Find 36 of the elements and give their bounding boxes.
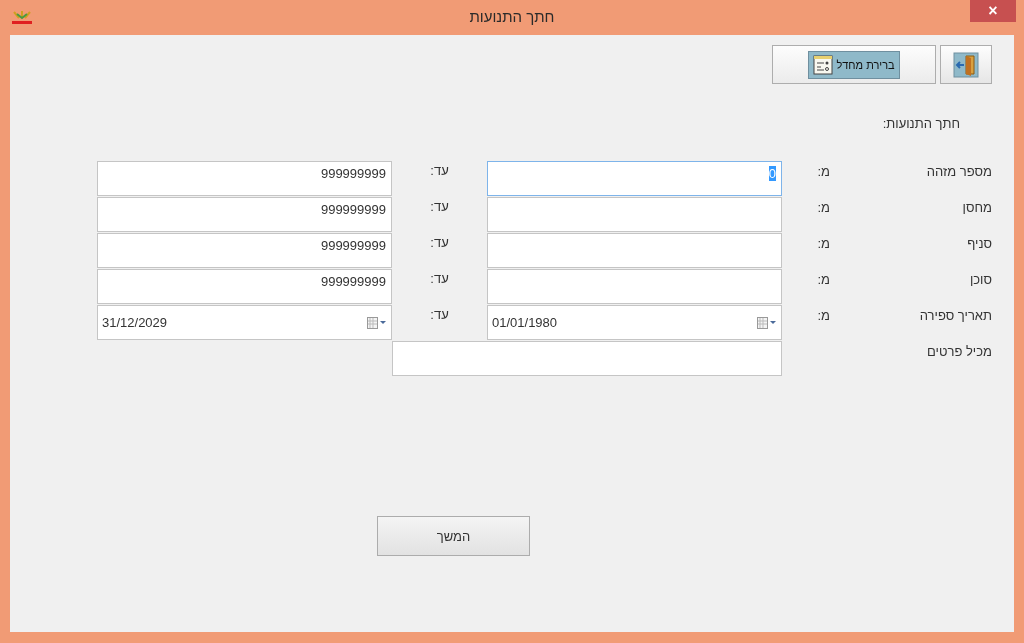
field-label: סוכן [969, 272, 992, 287]
field-label: מחסן [962, 200, 992, 215]
from-label: מ: [817, 308, 830, 323]
default-button[interactable]: ברירת מחדל [772, 45, 936, 84]
input-field[interactable] [392, 341, 782, 376]
calendar-dropdown-icon[interactable] [367, 316, 387, 329]
form-icon [813, 54, 834, 75]
to-label: עד: [430, 271, 449, 286]
exit-button[interactable] [940, 45, 992, 84]
field-label: סניף [967, 236, 992, 251]
field-label: מספר מזהה [926, 164, 992, 179]
from-label: מ: [817, 236, 830, 251]
input-field[interactable]: 999999999 [97, 197, 392, 232]
date-field[interactable]: 01/01/1980 [487, 305, 782, 340]
from-label: מ: [817, 164, 830, 179]
from-label: מ: [817, 200, 830, 215]
to-label: עד: [430, 163, 449, 178]
input-field[interactable] [487, 269, 782, 304]
input-field[interactable]: 999999999 [97, 233, 392, 268]
window-title: חתך התנועות [469, 8, 555, 25]
section-title: חתך התנועות: [881, 116, 960, 131]
app-icon [11, 10, 33, 25]
input-field[interactable]: 999999999 [97, 269, 392, 304]
input-field[interactable] [487, 197, 782, 232]
field-label: תאריך ספירה [919, 308, 992, 323]
calendar-dropdown-icon[interactable] [757, 316, 777, 329]
input-field[interactable] [487, 233, 782, 268]
close-button[interactable]: × [970, 0, 1016, 22]
continue-button[interactable]: המשך [377, 516, 530, 556]
from-label: מ: [817, 272, 830, 287]
field-label: מכיל פרטים [927, 344, 992, 359]
to-label: עד: [430, 235, 449, 250]
to-label: עד: [430, 307, 449, 322]
input-field[interactable]: 999999999 [97, 161, 392, 196]
to-label: עד: [430, 199, 449, 214]
date-field[interactable]: 31/12/2029 [97, 305, 392, 340]
